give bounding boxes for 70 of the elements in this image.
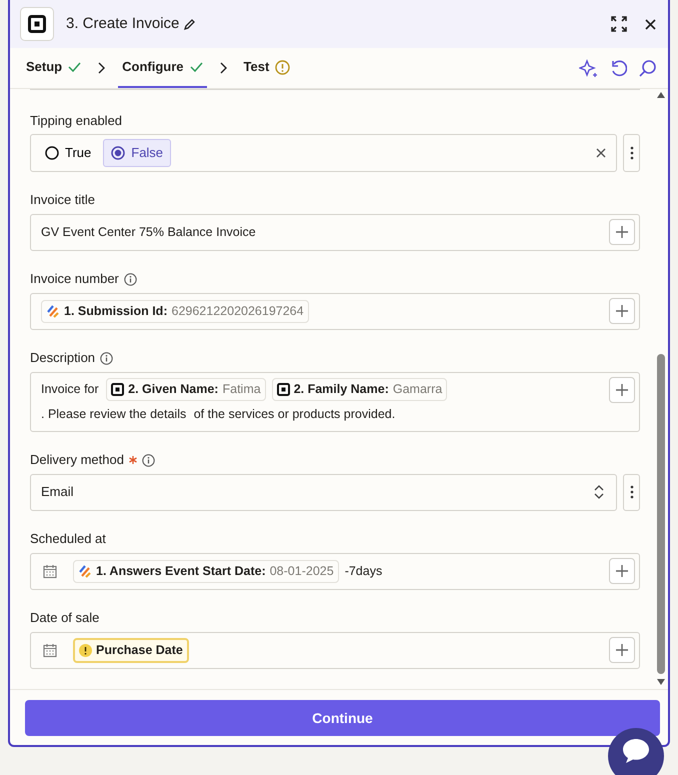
chevron-icon — [218, 62, 228, 74]
add-button[interactable] — [609, 558, 635, 584]
select-field[interactable]: Email — [30, 474, 617, 510]
field-text: GV Event Center 75% Balance Invoice — [41, 224, 256, 238]
radio-option[interactable]: False — [103, 139, 172, 166]
radio-icon — [45, 146, 59, 160]
data-token[interactable]: 1. Answers Event Start Date: 08-01-2025 — [73, 560, 339, 583]
step-tab[interactable]: Setup — [22, 48, 86, 88]
chevron-icon — [97, 62, 106, 74]
form-app-icon — [46, 304, 60, 318]
check-icon — [190, 61, 203, 73]
data-token[interactable]: Purchase Date — [73, 638, 189, 663]
field-text: . Please review the details — [41, 406, 186, 420]
data-token[interactable]: 2. Family Name: Gamarra — [272, 378, 448, 401]
plus-icon — [615, 564, 629, 578]
field-label: Description — [30, 349, 96, 368]
input-field[interactable]: Purchase Date — [30, 632, 640, 668]
field-label: Date of sale — [30, 609, 100, 628]
add-button[interactable] — [609, 298, 635, 324]
plus-icon — [615, 224, 629, 238]
add-button[interactable] — [609, 376, 635, 402]
info-icon[interactable] — [124, 272, 137, 286]
data-token[interactable]: 2. Given Name: Fatima — [106, 378, 266, 401]
updown-icon — [594, 485, 604, 499]
radio-option[interactable]: True — [37, 139, 100, 166]
radio-icon — [111, 146, 126, 160]
square-app-icon — [111, 382, 124, 396]
field-label: Scheduled at — [30, 530, 106, 548]
undo-icon[interactable] — [610, 60, 627, 76]
input-field[interactable]: GV Event Center 75% Balance Invoice — [30, 214, 640, 250]
field-text: Invoice for — [41, 382, 99, 396]
warning-icon — [275, 60, 290, 74]
add-button[interactable] — [609, 636, 635, 662]
plus-icon — [615, 382, 629, 396]
warning-icon — [79, 644, 92, 657]
add-button[interactable] — [609, 218, 635, 244]
plus-icon — [615, 304, 629, 318]
search-icon[interactable] — [639, 60, 656, 76]
input-field[interactable]: Invoice for 2. Given Name: Fatima 2. Family Name: Gamarra . Please review the details of the services or products provided. — [30, 372, 640, 432]
sparkle-icon[interactable] — [579, 58, 598, 78]
info-icon[interactable] — [100, 352, 114, 364]
more-icon — [630, 146, 634, 160]
field-text: -7days — [344, 564, 382, 578]
input-field[interactable]: 1. Submission Id: 6296212202026197264 — [30, 292, 640, 330]
info-icon[interactable] — [142, 454, 155, 466]
continue-button[interactable]: Continue — [25, 700, 660, 736]
step-title: 3. Create Invoice — [66, 14, 180, 34]
field-label: Invoice number — [30, 270, 119, 288]
close-icon[interactable] — [645, 18, 656, 30]
more-icon — [630, 485, 634, 499]
step-tab[interactable]: Test — [240, 48, 294, 88]
calendar-icon — [43, 642, 57, 658]
form-app-icon — [78, 564, 92, 578]
edit-icon[interactable] — [183, 18, 196, 30]
expand-icon[interactable] — [611, 16, 627, 32]
data-token[interactable]: 1. Submission Id: 6296212202026197264 — [41, 300, 309, 323]
plus-icon — [615, 642, 629, 656]
clear-icon[interactable] — [596, 148, 606, 158]
more-button[interactable] — [623, 474, 640, 510]
input-field[interactable]: 1. Answers Event Start Date: 08-01-2025 -7days — [30, 552, 640, 590]
field-label: Invoice title — [30, 191, 96, 210]
field-text: of the services or products provided. — [194, 406, 396, 420]
field-label: Tipping enabled — [30, 112, 122, 130]
square-app-icon — [276, 382, 290, 396]
field-label: Delivery method — [30, 451, 124, 470]
more-button[interactable] — [623, 134, 640, 172]
app-logo-icon — [20, 7, 54, 41]
speech-bubble-icon — [621, 737, 651, 765]
calendar-icon — [43, 564, 57, 578]
check-icon — [68, 61, 82, 73]
